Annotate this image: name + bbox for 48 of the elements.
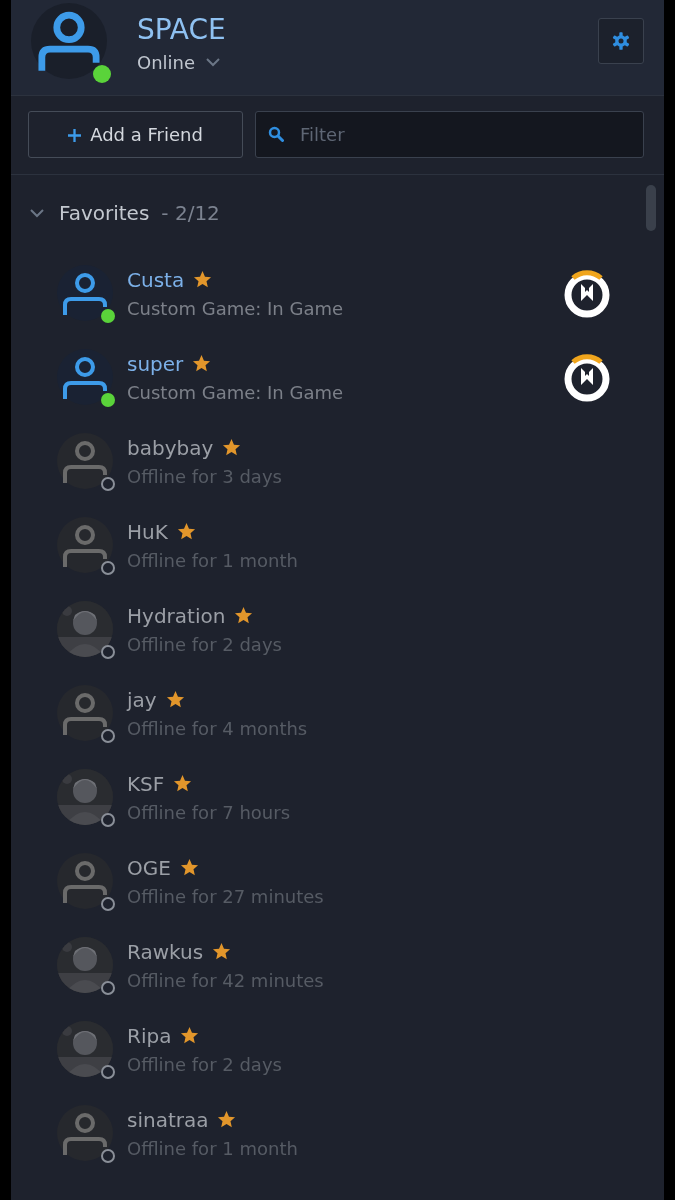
- friend-name: OGE: [127, 855, 171, 880]
- friend-status: Offline for 1 month: [127, 549, 299, 571]
- friend-item[interactable]: HuK Offline for 1 month: [11, 503, 664, 587]
- friend-item[interactable]: super Custom Game: In Game: [11, 335, 664, 419]
- friend-name: jay: [127, 687, 157, 712]
- friend-name: Ripa: [127, 1023, 172, 1048]
- friend-item[interactable]: Rawkus Offline for 42 minutes: [11, 923, 664, 1007]
- settings-button[interactable]: [598, 17, 644, 64]
- friend-item[interactable]: KSF Offline for 7 hours: [11, 755, 664, 839]
- scrollbar[interactable]: [646, 185, 656, 231]
- friend-name: super: [127, 351, 184, 376]
- friend-name: KSF: [127, 771, 165, 796]
- friend-name: Custa: [127, 267, 185, 292]
- friend-item[interactable]: OGE Offline for 27 minutes: [11, 839, 664, 923]
- friend-status: Offline for 7 hours: [127, 801, 292, 823]
- game-logo-icon: [562, 352, 612, 402]
- friend-item[interactable]: sinatraa Offline for 1 month: [11, 1091, 664, 1175]
- friend-name: HuK: [127, 519, 168, 544]
- add-friend-button[interactable]: Add a Friend: [28, 111, 243, 158]
- friend-status: Offline for 27 minutes: [127, 885, 325, 907]
- game-logo-icon: [562, 268, 612, 318]
- friend-status: Offline for 42 minutes: [127, 969, 325, 991]
- chevron-down-icon[interactable]: [29, 208, 45, 218]
- group-title[interactable]: Favorites: [59, 201, 150, 225]
- friend-status: Custom Game: In Game: [127, 381, 345, 403]
- chevron-down-icon: [205, 57, 222, 67]
- friend-status: Offline for 3 days: [127, 465, 283, 487]
- friend-item[interactable]: Ripa Offline for 2 days: [11, 1007, 664, 1091]
- status-dropdown[interactable]: Online: [137, 51, 226, 73]
- friend-name: Hydration: [127, 603, 226, 628]
- friend-status: Offline for 2 days: [127, 1053, 283, 1075]
- friend-name: sinatraa: [127, 1107, 209, 1132]
- friend-status: Offline for 1 month: [127, 1137, 299, 1159]
- user-name: SPACE: [137, 12, 226, 46]
- friend-item[interactable]: babybay Offline for 3 days: [11, 419, 664, 503]
- friend-status: Custom Game: In Game: [127, 297, 345, 319]
- friend-status: Offline for 4 months: [127, 717, 309, 739]
- filter-field[interactable]: Filter: [255, 111, 644, 158]
- friend-name: Rawkus: [127, 939, 204, 964]
- friend-item[interactable]: jay Offline for 4 months: [11, 671, 664, 755]
- friend-status: Offline for 2 days: [127, 633, 283, 655]
- plus-icon: [68, 129, 82, 142]
- search-icon: [268, 126, 284, 142]
- friend-name: babybay: [127, 435, 214, 460]
- group-count: - 2/12: [161, 201, 220, 225]
- friend-item[interactable]: Custa Custom Game: In Game: [11, 251, 664, 335]
- friend-item[interactable]: Hydration Offline for 2 days: [11, 587, 664, 671]
- settings-icon: [611, 30, 631, 51]
